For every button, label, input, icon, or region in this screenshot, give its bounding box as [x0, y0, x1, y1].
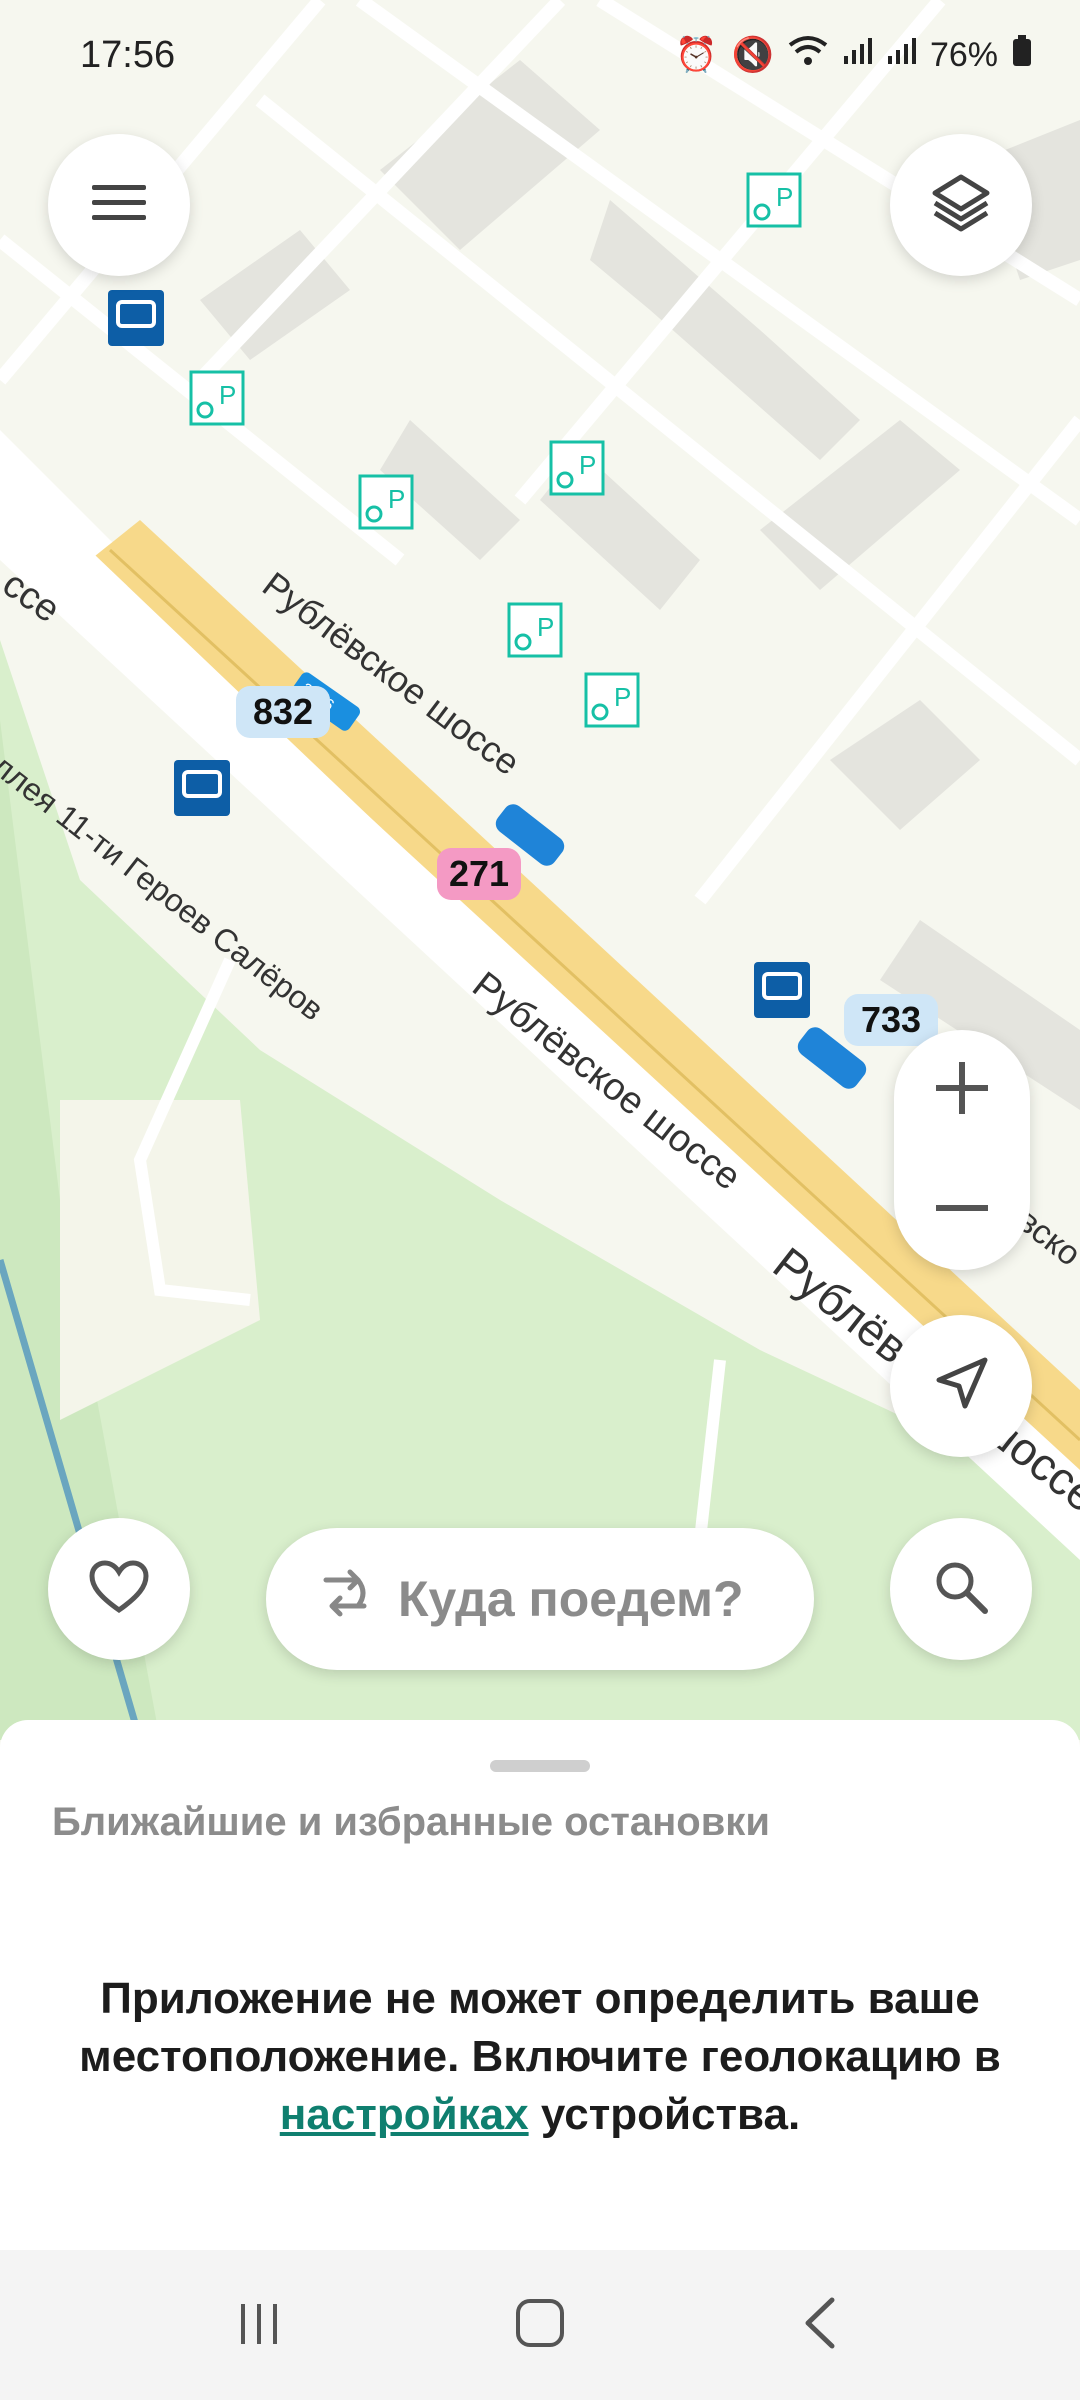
bus-stop-icon[interactable]: [174, 760, 230, 816]
back-icon: [798, 2296, 842, 2355]
back-button[interactable]: [760, 2265, 880, 2385]
svg-text:P: P: [579, 450, 596, 480]
menu-button[interactable]: [48, 134, 190, 276]
svg-text:P: P: [388, 484, 405, 514]
plus-icon: [934, 1060, 990, 1121]
svg-text:832: 832: [253, 691, 313, 732]
layers-button[interactable]: [890, 134, 1032, 276]
minus-icon: [934, 1180, 990, 1241]
signal-icon: [842, 36, 872, 75]
status-icons: ⏰ 🔇 76%: [675, 34, 1032, 76]
status-bar: 17:56 ⏰ 🔇 76%: [0, 0, 1080, 110]
sheet-drag-handle[interactable]: [490, 1760, 590, 1772]
bike-parking-icon[interactable]: P: [358, 474, 414, 530]
recents-icon: [235, 2298, 285, 2353]
bus-stop-icon[interactable]: [754, 962, 810, 1018]
system-nav-bar: [0, 2250, 1080, 2400]
zoom-in-button[interactable]: [894, 1031, 1030, 1149]
battery-percent: 76%: [929, 35, 998, 74]
navigation-arrow-icon: [931, 1354, 991, 1419]
menu-icon: [92, 183, 146, 228]
battery-icon: [1012, 34, 1032, 76]
location-disabled-message: Приложение не может определить ваше мест…: [40, 1970, 1040, 2144]
settings-link[interactable]: настройках: [280, 2090, 529, 2139]
bike-parking-icon[interactable]: P: [584, 672, 640, 728]
status-time: 17:56: [80, 33, 176, 76]
favorites-button[interactable]: [48, 1518, 190, 1660]
alarm-icon: ⏰: [675, 36, 718, 74]
search-button[interactable]: [890, 1518, 1032, 1660]
svg-text:P: P: [537, 612, 554, 642]
wifi-icon: [788, 35, 828, 76]
message-text-end: устройства.: [540, 2090, 801, 2139]
where-to-label: Куда поедем?: [398, 1571, 744, 1627]
bus-stop-icon[interactable]: [108, 290, 164, 346]
home-button[interactable]: [480, 2265, 600, 2385]
svg-text:271: 271: [449, 853, 509, 894]
sheet-title: Ближайшие и избранные остановки: [52, 1800, 770, 1844]
svg-text:P: P: [219, 380, 236, 410]
svg-text:P: P: [614, 682, 631, 712]
where-to-button[interactable]: Куда поедем?: [266, 1528, 814, 1670]
heart-icon: [89, 1559, 149, 1619]
bike-parking-icon[interactable]: P: [549, 440, 605, 496]
zoom-out-button[interactable]: [894, 1151, 1030, 1269]
layers-icon: [929, 171, 993, 240]
nearby-stops-sheet: Ближайшие и избранные остановки Приложен…: [0, 1720, 1080, 2250]
home-icon: [513, 2296, 567, 2355]
mute-icon: 🔇: [731, 36, 774, 74]
svg-text:P: P: [776, 182, 793, 212]
bike-parking-icon[interactable]: P: [189, 370, 245, 426]
zoom-controls: [894, 1030, 1030, 1270]
bike-parking-icon[interactable]: P: [507, 602, 563, 658]
bike-parking-icon[interactable]: P: [746, 172, 802, 228]
message-text: Приложение не может определить ваше мест…: [79, 1974, 1001, 2081]
search-icon: [933, 1559, 989, 1620]
route-icon: [318, 1566, 372, 1632]
my-location-button[interactable]: [890, 1315, 1032, 1457]
signal-icon: [886, 36, 916, 75]
route-badge-271[interactable]: 271: [437, 848, 521, 900]
recent-apps-button[interactable]: [200, 2265, 320, 2385]
route-badge-832[interactable]: 832: [236, 686, 330, 738]
